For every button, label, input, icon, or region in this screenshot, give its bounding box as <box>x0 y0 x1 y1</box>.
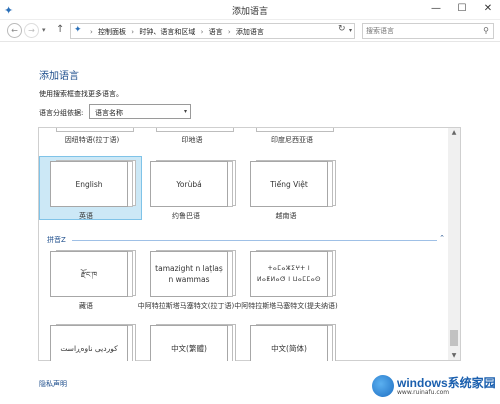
collapse-caret-icon[interactable]: ⌃ <box>439 234 445 242</box>
tile-edge <box>156 128 234 132</box>
language-tile-dzongkha[interactable]: རྫོང་ཁ 藏语 <box>40 245 136 310</box>
privacy-link[interactable]: 隐私声明 <box>39 379 67 389</box>
page-title: 添加语言 <box>39 71 79 82</box>
tile-sample-text: ⵜⴰⵎⴰⵣⵉⵖⵜ ⵏ ⵍⴰⵟⵍⴰⵚ ⵏ ⵡⴰⵎⵎⴰⵙ <box>257 265 321 283</box>
breadcrumb-chevron-icon[interactable]: › <box>201 28 204 36</box>
vertical-scrollbar[interactable]: ▲ ▼ <box>448 128 460 360</box>
watermark-url: www.ruinafu.com <box>397 389 450 396</box>
search-input[interactable] <box>366 25 476 37</box>
tile-sample: tamazight n laṭlaṣ n wammas <box>150 251 228 297</box>
title-bar: ✦ 添加语言 — ☐ ✕ <box>0 0 500 20</box>
group-by-label: 语言分组依据: <box>39 109 84 117</box>
up-arrow-icon[interactable]: ↑ <box>56 24 64 35</box>
recent-pages-dropdown-icon[interactable]: ▾ <box>42 26 46 34</box>
tile-sample: Yorùbá <box>150 161 228 207</box>
watermark: windows系统家园 www.ruinafu.com <box>372 372 496 402</box>
group-by-value: 语言名称 <box>95 109 123 117</box>
tile-caption: 中阿特拉斯塔马塞特文(拉丁语) <box>137 302 235 310</box>
scroll-thumb[interactable] <box>450 330 458 346</box>
address-bar[interactable]: ✦ › 控制面板 › 时钟、语言和区域 › 语言 › 添加语言 ▾ <box>70 23 355 39</box>
breadcrumb-chevron-icon[interactable]: › <box>228 28 231 36</box>
refresh-icon[interactable]: ↻ <box>338 24 346 34</box>
back-button[interactable]: ← <box>7 23 22 38</box>
navigation-bar: ← → ▾ ↑ ✦ › 控制面板 › 时钟、语言和区域 › 语言 › 添加语言 … <box>0 20 500 42</box>
tile-caption: 印度尼西亚语 <box>271 136 313 144</box>
scroll-down-icon[interactable]: ▼ <box>448 352 460 359</box>
tile-caption: 印地语 <box>181 136 203 144</box>
maximize-button[interactable]: ☐ <box>449 1 475 17</box>
chevron-down-icon: ▾ <box>183 108 187 115</box>
tile-sample: ⵜⴰⵎⴰⵣⵉⵖⵜ ⵏ ⵍⴰⵟⵍⴰⵚ ⵏ ⵡⴰⵎⵎⴰⵙ <box>250 251 328 297</box>
group-divider <box>72 240 437 241</box>
tile-caption: 越南语 <box>275 212 297 220</box>
control-panel-icon: ✦ <box>74 25 82 35</box>
breadcrumb-control-panel[interactable]: 控制面板 <box>98 28 126 36</box>
tile-caption: 因纽特语(拉丁语) <box>64 136 120 144</box>
tile-sample: Tiếng Việt <box>250 161 328 207</box>
language-tile-english[interactable]: English 英语 <box>40 155 136 220</box>
forward-button[interactable]: → <box>24 23 39 38</box>
language-tile-tamazight-latin[interactable]: tamazight n laṭlaṣ n wammas 中阿特拉斯塔马塞特文(拉… <box>138 245 236 310</box>
tile-caption: 约鲁巴语 <box>172 212 200 220</box>
group-header[interactable]: 拼音Z ⌃ <box>47 234 445 245</box>
tile-edge <box>56 128 134 132</box>
address-dropdown-icon[interactable]: ▾ <box>349 27 352 34</box>
tile-sample: English <box>50 161 128 207</box>
tile-caption: 中阿特拉斯塔马塞特文(提夫纳语) <box>234 302 338 310</box>
search-box[interactable]: ⚲ <box>362 23 494 39</box>
group-label: 拼音Z <box>47 236 66 244</box>
breadcrumb-language[interactable]: 语言 <box>209 28 223 36</box>
breadcrumb-clock-language-region[interactable]: 时钟、语言和区域 <box>139 28 195 36</box>
tile-caption: 英语 <box>79 212 93 220</box>
close-button[interactable]: ✕ <box>475 1 500 17</box>
scroll-up-icon[interactable]: ▲ <box>448 129 460 136</box>
tile-sample: རྫོང་ཁ <box>50 251 128 297</box>
tile-caption: 藏语 <box>79 302 93 310</box>
language-tile-tamazight-tifinagh[interactable]: ⵜⴰⵎⴰⵣⵉⵖⵜ ⵏ ⵍⴰⵟⵍⴰⵚ ⵏ ⵡⴰⵎⵎⴰⵙ 中阿特拉斯塔马塞特文(提夫… <box>234 245 338 310</box>
tile-edge <box>256 128 334 132</box>
breadcrumb: › 控制面板 › 时钟、语言和区域 › 语言 › 添加语言 <box>87 27 264 37</box>
breadcrumb-chevron-icon[interactable]: › <box>131 28 134 36</box>
breadcrumb-add-language[interactable]: 添加语言 <box>236 28 264 36</box>
language-tile-yoruba[interactable]: Yorùbá 约鲁巴语 <box>140 155 236 220</box>
search-icon[interactable]: ⚲ <box>483 26 489 35</box>
windows-logo-icon <box>372 375 394 397</box>
help-text: 使用搜索框查找更多语言。 <box>39 90 123 98</box>
group-by-select[interactable]: 语言名称 ▾ <box>89 104 191 119</box>
language-tile-vietnamese[interactable]: Tiếng Việt 越南语 <box>240 155 336 220</box>
breadcrumb-chevron-icon[interactable]: › <box>90 28 93 36</box>
minimize-button[interactable]: — <box>423 1 449 17</box>
